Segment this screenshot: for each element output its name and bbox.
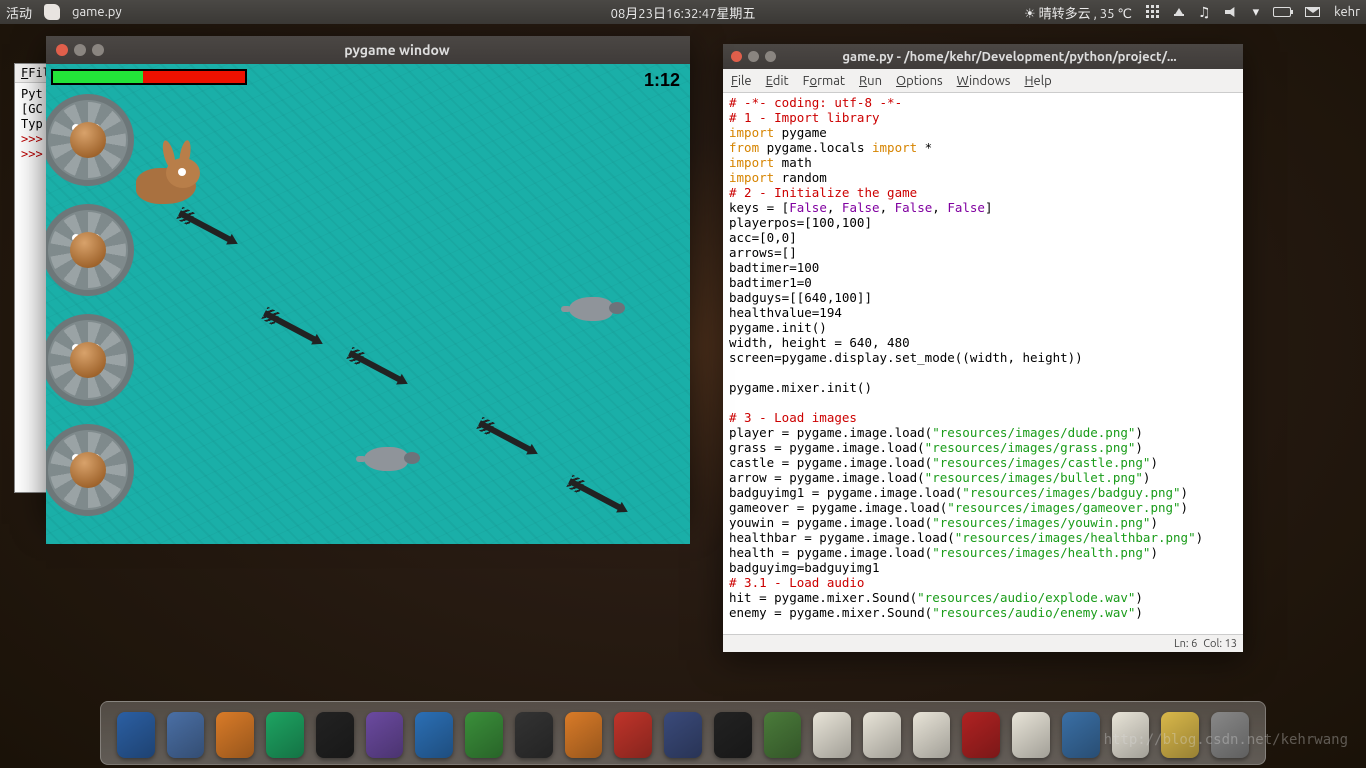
dock-app-9[interactable] bbox=[565, 712, 603, 758]
arrow-sprite bbox=[178, 210, 234, 243]
watermark: http://blog.csdn.net/kehrwang bbox=[1104, 732, 1348, 748]
castle-sprite bbox=[46, 424, 134, 516]
close-icon[interactable] bbox=[56, 44, 68, 56]
arrow-sprite bbox=[263, 310, 319, 343]
current-app-label[interactable]: game.py bbox=[72, 5, 122, 19]
weather-indicator[interactable]: ☀ 晴转多云 , 35 ℃ bbox=[1024, 3, 1132, 22]
dock-app-2[interactable] bbox=[216, 712, 254, 758]
editor-menubar: File Edit Format Run Options Windows Hel… bbox=[723, 69, 1243, 93]
castle-sprite bbox=[46, 204, 134, 296]
apps-grid-icon[interactable] bbox=[1146, 5, 1160, 19]
music-icon[interactable]: ♫ bbox=[1198, 4, 1211, 21]
mail-icon[interactable] bbox=[1305, 7, 1320, 17]
arrow-sprite bbox=[348, 350, 404, 383]
dock-app-17[interactable] bbox=[962, 712, 1000, 758]
arrow-sprite bbox=[568, 478, 624, 511]
activities-button[interactable]: 活动 bbox=[6, 3, 32, 22]
user-menu[interactable]: kehr bbox=[1334, 5, 1360, 19]
dock-app-10[interactable] bbox=[614, 712, 652, 758]
badguy-sprite bbox=[561, 294, 621, 324]
player-sprite bbox=[116, 154, 206, 214]
menu-edit[interactable]: Edit bbox=[766, 74, 789, 88]
pygame-window[interactable]: pygame window 1:12 bbox=[46, 36, 690, 516]
menu-windows[interactable]: Windows bbox=[957, 74, 1011, 88]
dock-app-13[interactable] bbox=[764, 712, 802, 758]
code-editor-area[interactable]: # -*- coding: utf-8 -*-# 1 - Import libr… bbox=[723, 93, 1243, 634]
status-col: Col: 13 bbox=[1203, 638, 1237, 650]
close-icon[interactable] bbox=[731, 51, 742, 62]
dock-app-4[interactable] bbox=[316, 712, 354, 758]
dock-app-7[interactable] bbox=[465, 712, 503, 758]
editor-statusbar: Ln: 6 Col: 13 bbox=[723, 634, 1243, 652]
desktop-top-bar: 活动 game.py 08月23日16:32:47星期五 ☀ 晴转多云 , 35… bbox=[0, 0, 1366, 24]
volume-icon[interactable] bbox=[1225, 7, 1239, 17]
gnome-foot-icon[interactable] bbox=[44, 4, 60, 20]
menu-format[interactable]: Format bbox=[803, 74, 845, 88]
minimize-icon[interactable] bbox=[74, 44, 86, 56]
dock-app-3[interactable] bbox=[266, 712, 304, 758]
dock-app-6[interactable] bbox=[415, 712, 453, 758]
clock-label[interactable]: 08月23日16:32:47星期五 bbox=[611, 3, 756, 22]
pygame-title: pygame window bbox=[104, 42, 690, 58]
minimize-icon[interactable] bbox=[748, 51, 759, 62]
dock-app-19[interactable] bbox=[1062, 712, 1100, 758]
eject-icon[interactable] bbox=[1174, 8, 1184, 16]
castle-sprite bbox=[46, 314, 134, 406]
health-fill bbox=[53, 71, 143, 83]
arrow-sprite bbox=[478, 420, 534, 453]
dock-app-0[interactable] bbox=[117, 712, 155, 758]
maximize-icon[interactable] bbox=[92, 44, 104, 56]
health-bar bbox=[51, 69, 247, 85]
dock-app-5[interactable] bbox=[366, 712, 404, 758]
menu-run[interactable]: Run bbox=[859, 74, 882, 88]
game-timer: 1:12 bbox=[644, 70, 680, 91]
menu-help[interactable]: Help bbox=[1024, 74, 1051, 88]
dock[interactable] bbox=[100, 701, 1266, 765]
wifi-icon[interactable]: ▾ bbox=[1253, 5, 1260, 20]
menu-options[interactable]: Options bbox=[896, 74, 943, 88]
dock-app-8[interactable] bbox=[515, 712, 553, 758]
dock-app-14[interactable] bbox=[813, 712, 851, 758]
maximize-icon[interactable] bbox=[765, 51, 776, 62]
dock-app-11[interactable] bbox=[664, 712, 702, 758]
editor-title: game.py - /home/kehr/Development/python/… bbox=[776, 50, 1243, 64]
dock-app-18[interactable] bbox=[1012, 712, 1050, 758]
battery-icon[interactable] bbox=[1273, 7, 1291, 17]
dock-app-12[interactable] bbox=[714, 712, 752, 758]
editor-titlebar[interactable]: game.py - /home/kehr/Development/python/… bbox=[723, 44, 1243, 69]
pygame-titlebar[interactable]: pygame window bbox=[46, 36, 690, 64]
game-canvas[interactable]: 1:12 bbox=[46, 64, 690, 544]
badguy-sprite bbox=[356, 444, 416, 474]
dock-app-1[interactable] bbox=[167, 712, 205, 758]
idle-editor-window[interactable]: game.py - /home/kehr/Development/python/… bbox=[723, 44, 1243, 652]
menu-file[interactable]: File bbox=[731, 74, 752, 88]
dock-app-16[interactable] bbox=[913, 712, 951, 758]
dock-app-15[interactable] bbox=[863, 712, 901, 758]
status-line: Ln: 6 bbox=[1174, 638, 1197, 650]
